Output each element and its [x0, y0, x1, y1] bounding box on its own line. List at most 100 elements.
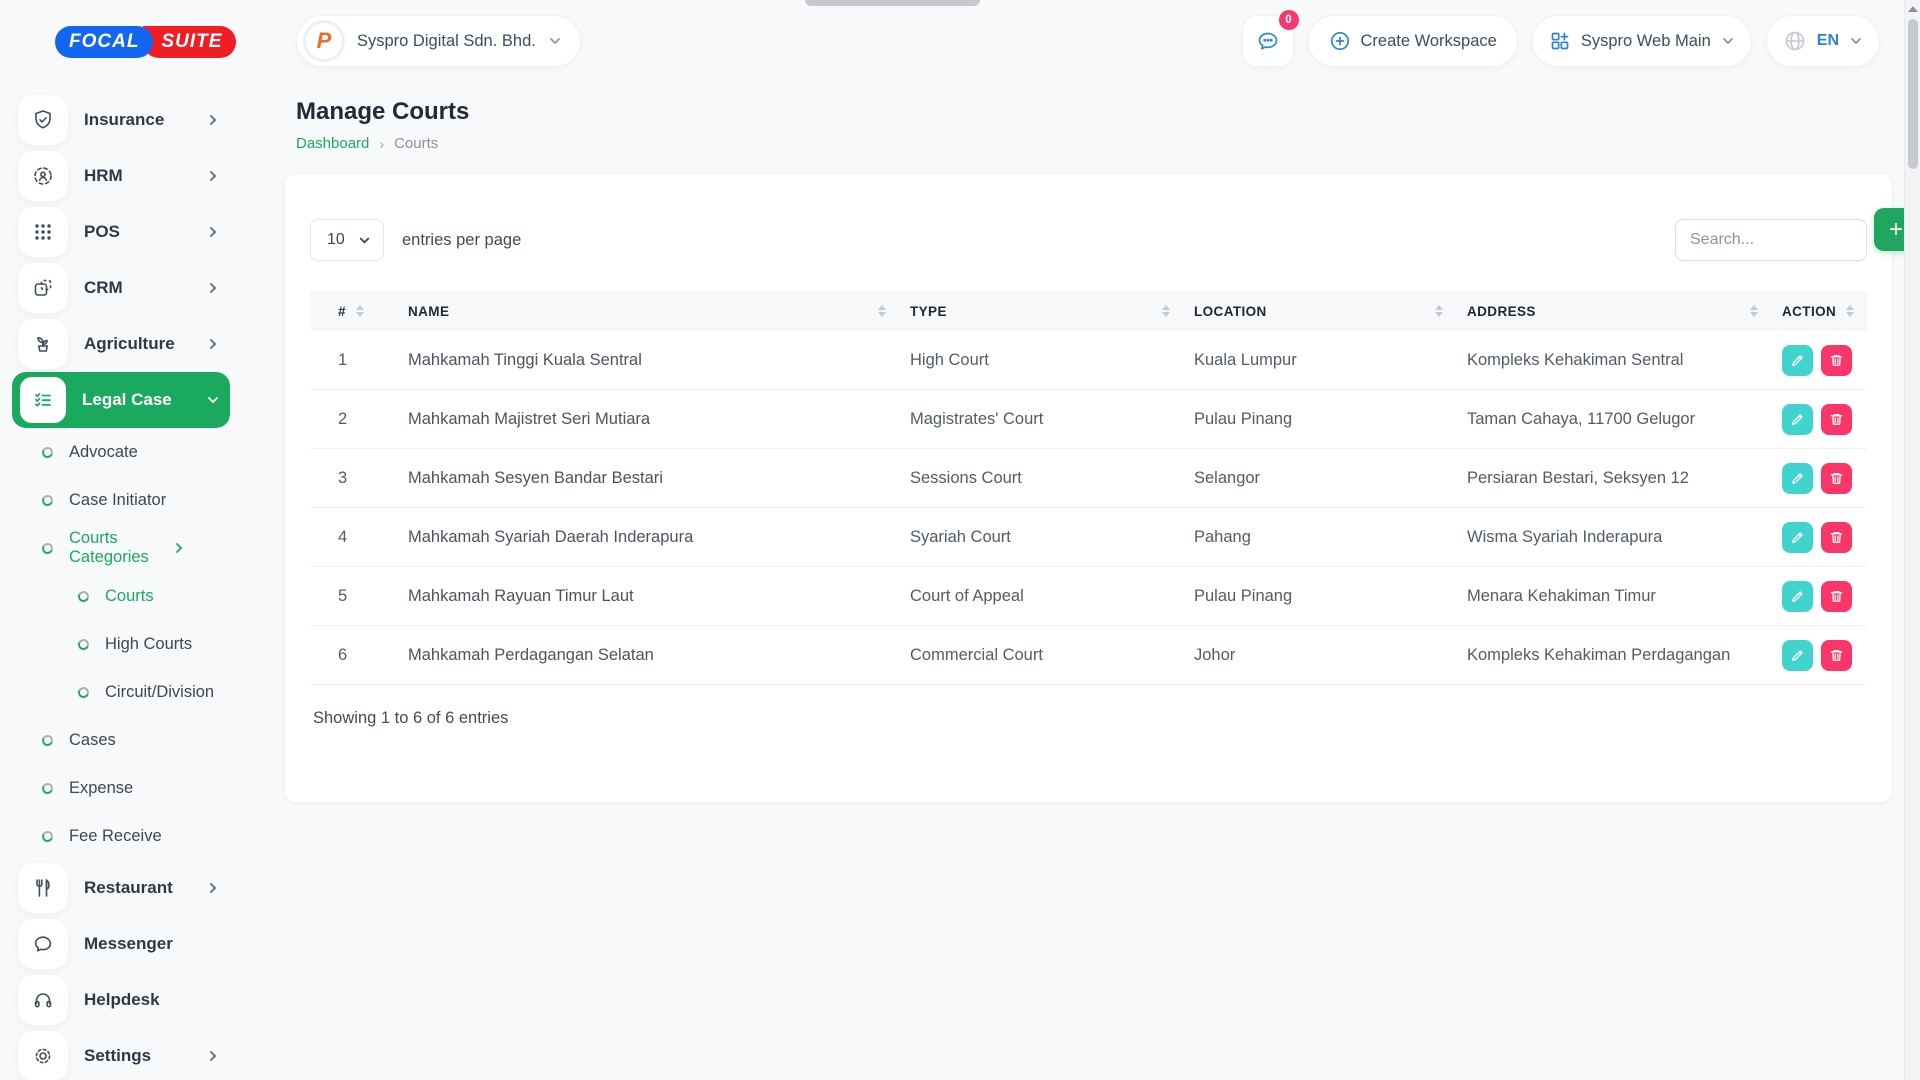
cell-address: Persiaran Bestari, Seksyen 12: [1467, 469, 1782, 488]
pencil-icon: [1790, 412, 1805, 427]
pencil-icon: [1790, 471, 1805, 486]
sidebar-item-courts[interactable]: Courts: [12, 572, 230, 620]
row-actions: [1782, 463, 1855, 494]
page-scrollbar[interactable]: [1904, 0, 1920, 1080]
search-input[interactable]: [1675, 219, 1867, 261]
edit-button[interactable]: [1782, 345, 1813, 376]
table-row: 2 Mahkamah Majistret Seri Mutiara Magist…: [310, 390, 1867, 449]
sidebar-item-label: HRM: [84, 166, 206, 186]
table-row: 3 Mahkamah Sesyen Bandar Bestari Session…: [310, 449, 1867, 508]
brand-logo-secondary: SUITE: [143, 26, 236, 58]
column-header-type[interactable]: TYPE: [910, 304, 1194, 319]
chevron-right-icon: [172, 541, 186, 555]
edit-button[interactable]: [1782, 463, 1813, 494]
breadcrumb-dashboard-link[interactable]: Dashboard: [296, 135, 369, 152]
create-workspace-button[interactable]: Create Workspace: [1308, 15, 1518, 67]
column-header-address[interactable]: ADDRESS: [1467, 304, 1782, 319]
sidebar-item-agriculture[interactable]: Agriculture: [12, 316, 230, 372]
row-actions: [1782, 404, 1855, 435]
brand-logo[interactable]: FOCAL SUITE: [55, 26, 242, 58]
sort-icon: [1750, 305, 1758, 317]
delete-button[interactable]: [1821, 640, 1852, 671]
sidebar-item-circuit-division[interactable]: Circuit/Division: [12, 668, 230, 716]
edit-button[interactable]: [1782, 404, 1813, 435]
trash-icon: [1829, 471, 1844, 486]
delete-button[interactable]: [1821, 581, 1852, 612]
table-row: 5 Mahkamah Rayuan Timur Laut Court of Ap…: [310, 567, 1867, 626]
cell-type: Court of Appeal: [910, 587, 1194, 606]
entries-per-page-label: entries per page: [402, 231, 521, 250]
sort-icon: [1162, 305, 1170, 317]
table-footer-status: Showing 1 to 6 of 6 entries: [310, 709, 1867, 728]
scrollbar-thumb[interactable]: [1908, 19, 1918, 169]
sidebar-item-advocate[interactable]: Advocate: [12, 428, 230, 476]
column-header-action[interactable]: ACTION: [1782, 304, 1855, 319]
sidebar-item-expense[interactable]: Expense: [12, 764, 230, 812]
cell-location: Johor: [1194, 646, 1467, 665]
sidebar-item-label: Restaurant: [84, 878, 206, 898]
app-selector-label: Syspro Web Main: [1581, 32, 1711, 51]
pencil-icon: [1790, 530, 1805, 545]
table-row: 4 Mahkamah Syariah Daerah Inderapura Sya…: [310, 508, 1867, 567]
sidebar-item-helpdesk[interactable]: Helpdesk: [12, 972, 230, 1028]
breadcrumb-separator: ›: [379, 136, 384, 152]
user-scan-icon: [18, 151, 68, 201]
plus-icon: +: [1889, 216, 1903, 244]
edit-button[interactable]: [1782, 581, 1813, 612]
table-controls: 10 entries per page: [310, 219, 1867, 261]
sidebar-item-hrm[interactable]: HRM: [12, 148, 230, 204]
app-selector[interactable]: Syspro Web Main: [1532, 15, 1752, 67]
cell-address: Menara Kehakiman Timur: [1467, 587, 1782, 606]
table-header-row: # NAME TYPE LOCATION ADDRESS ACTION: [310, 291, 1867, 331]
cell-name: Mahkamah Tinggi Kuala Sentral: [408, 351, 910, 370]
sidebar-item-crm[interactable]: CRM: [12, 260, 230, 316]
column-header-location[interactable]: LOCATION: [1194, 304, 1467, 319]
delete-button[interactable]: [1821, 345, 1852, 376]
edit-button[interactable]: [1782, 640, 1813, 671]
gear-icon: [18, 1031, 68, 1080]
sidebar-item-fee-receive[interactable]: Fee Receive: [12, 812, 230, 860]
fork-knife-icon: [18, 863, 68, 913]
sidebar-item-cases[interactable]: Cases: [12, 716, 230, 764]
page-title: Manage Courts: [296, 98, 1920, 126]
chevron-right-icon: [206, 225, 220, 239]
chevron-down-icon: [548, 34, 562, 48]
messages-button[interactable]: 0: [1242, 15, 1294, 67]
cell-num: 5: [338, 587, 408, 606]
column-header-num[interactable]: #: [338, 304, 408, 319]
sidebar-item-label: Legal Case: [82, 390, 206, 410]
sidebar-item-messenger[interactable]: Messenger: [12, 916, 230, 972]
workspace-selector[interactable]: P Syspro Digital Sdn. Bhd.: [296, 15, 581, 67]
sidebar-item-label: Courts: [105, 587, 230, 606]
chevron-down-icon: [206, 393, 220, 407]
delete-button[interactable]: [1821, 463, 1852, 494]
bullet-icon: [40, 541, 54, 555]
shield-check-icon: [18, 95, 68, 145]
sidebar-item-settings[interactable]: Settings: [12, 1028, 230, 1080]
cell-num: 6: [338, 646, 408, 665]
chevron-down-icon: [1849, 34, 1863, 48]
cell-name: Mahkamah Majistret Seri Mutiara: [408, 410, 910, 429]
sidebar-nav: Insurance HRM POS CRM: [0, 92, 242, 1080]
sidebar-item-courts-categories[interactable]: Courts Categories: [12, 524, 230, 572]
sidebar-item-high-courts[interactable]: High Courts: [12, 620, 230, 668]
cell-location: Pulau Pinang: [1194, 587, 1467, 606]
cell-type: Commercial Court: [910, 646, 1194, 665]
row-actions: [1782, 640, 1855, 671]
edit-button[interactable]: [1782, 522, 1813, 553]
delete-button[interactable]: [1821, 404, 1852, 435]
entries-per-page-select[interactable]: 10: [310, 219, 384, 261]
scrollbar-up-arrow[interactable]: [1908, 6, 1918, 12]
column-header-name[interactable]: NAME: [408, 304, 910, 319]
sidebar-item-case-initiator[interactable]: Case Initiator: [12, 476, 230, 524]
bullet-icon: [76, 685, 90, 699]
sidebar-item-pos[interactable]: POS: [12, 204, 230, 260]
sidebar-item-insurance[interactable]: Insurance: [12, 92, 230, 148]
sidebar-item-legal-case[interactable]: Legal Case: [12, 372, 230, 428]
row-actions: [1782, 345, 1855, 376]
chevron-down-icon: [1721, 34, 1735, 48]
language-selector[interactable]: EN: [1766, 15, 1880, 67]
delete-button[interactable]: [1821, 522, 1852, 553]
sidebar-item-restaurant[interactable]: Restaurant: [12, 860, 230, 916]
cell-type: High Court: [910, 351, 1194, 370]
